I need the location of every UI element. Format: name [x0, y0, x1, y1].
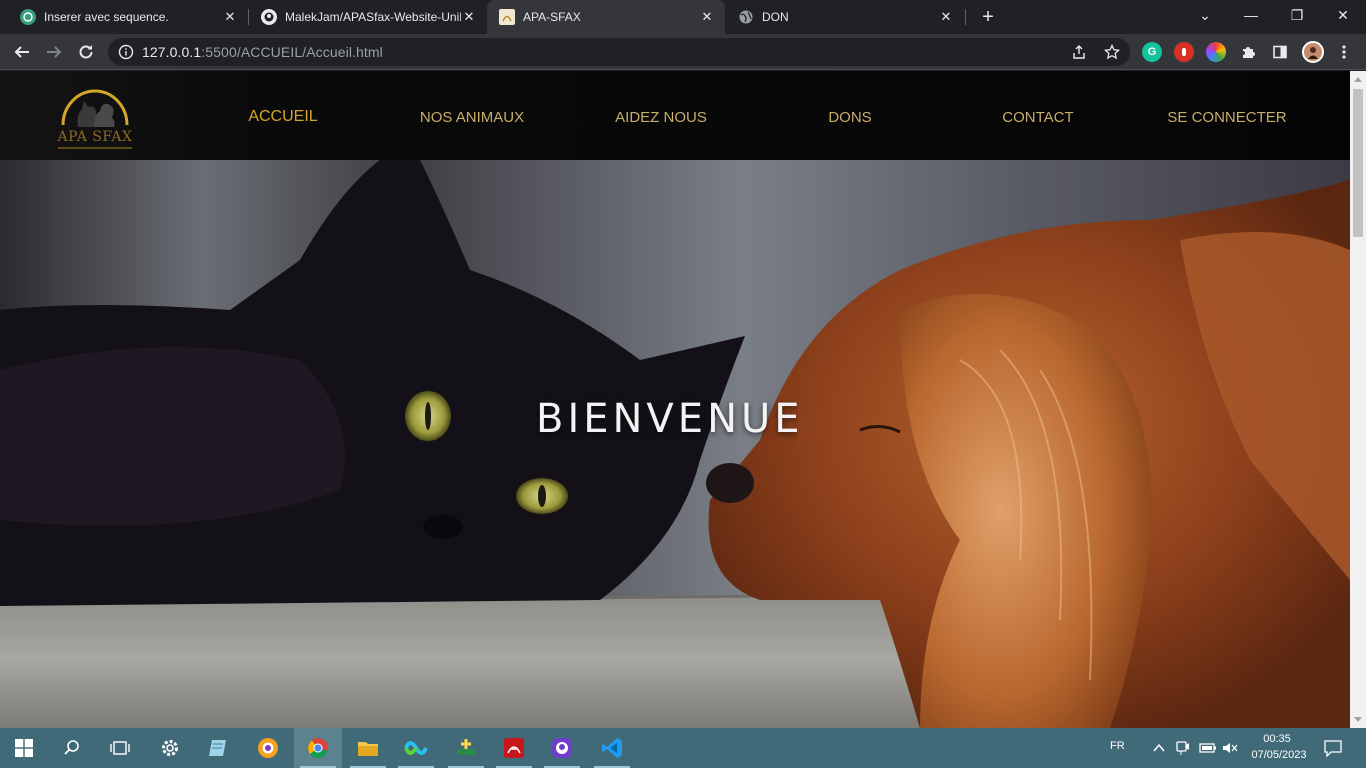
reload-button[interactable]: [72, 38, 100, 66]
hero-banner: BIENVENUE: [0, 160, 1350, 728]
adblock-icon[interactable]: [1174, 42, 1194, 62]
forward-button[interactable]: [40, 38, 68, 66]
tab-github[interactable]: MalekJam/APASfax-Website-UniF ✕: [249, 0, 487, 34]
scrollbar-thumb[interactable]: [1353, 89, 1363, 237]
close-icon[interactable]: ✕: [938, 9, 954, 25]
nav-accueil[interactable]: ACCUEIL: [230, 108, 336, 126]
site-logo[interactable]: APA SFAX: [54, 79, 136, 153]
app-icon[interactable]: [442, 728, 490, 768]
window-close-button[interactable]: ✕: [1320, 0, 1366, 30]
close-icon[interactable]: ✕: [461, 9, 477, 25]
webcam-icon[interactable]: [1175, 740, 1189, 756]
tab-title: DON: [762, 10, 789, 24]
site-favicon: [499, 9, 515, 25]
tab-title: APA-SFAX: [523, 10, 581, 24]
page-viewport: APA SFAX ACCUEIL NOS ANIMAUX AIDEZ NOUS …: [0, 71, 1350, 728]
address-bar[interactable]: 127.0.0.1:5500/ACCUEIL/Accueil.html: [108, 38, 1130, 66]
tab-don[interactable]: DON ✕: [726, 0, 964, 34]
tab-apa-sfax[interactable]: APA-SFAX ✕: [487, 0, 725, 34]
github-icon: [261, 9, 277, 25]
tab-strip: Inserer avec sequence. ✕ MalekJam/APASfa…: [0, 0, 1366, 34]
tab-divider: [965, 9, 966, 25]
tab-search-button[interactable]: ⌄: [1182, 0, 1228, 30]
nav-contact[interactable]: CONTACT: [988, 109, 1088, 126]
close-icon[interactable]: ✕: [222, 9, 238, 25]
brave-icon[interactable]: [244, 728, 292, 768]
page-scrollbar[interactable]: [1350, 71, 1366, 728]
minimize-button[interactable]: —: [1228, 0, 1274, 30]
scroll-down-icon[interactable]: [1354, 717, 1362, 722]
restore-button[interactable]: ❐: [1274, 0, 1320, 30]
tab-title: Inserer avec sequence.: [44, 10, 169, 24]
site-navbar: APA SFAX ACCUEIL NOS ANIMAUX AIDEZ NOUS …: [0, 71, 1350, 160]
logo-underline: [58, 147, 132, 149]
close-icon[interactable]: ✕: [699, 9, 715, 25]
hero-title-text: BIENVENUE: [536, 396, 798, 442]
language-indicator[interactable]: FR: [1110, 740, 1125, 752]
file-explorer-icon[interactable]: [344, 728, 392, 768]
puzzle-icon[interactable]: [1238, 42, 1258, 62]
clock-time[interactable]: 00:35: [1262, 733, 1292, 745]
chevron-up-icon[interactable]: [1152, 741, 1166, 755]
nav-aidez-nous[interactable]: AIDEZ NOUS: [596, 109, 726, 126]
battery-icon[interactable]: [1199, 741, 1217, 755]
color-extension-icon[interactable]: [1206, 42, 1226, 62]
windows-start-icon[interactable]: [0, 728, 48, 768]
task-view-icon[interactable]: [96, 728, 144, 768]
search-icon[interactable]: [48, 728, 96, 768]
arrow-right-icon: [47, 46, 62, 58]
notification-icon[interactable]: [1324, 739, 1342, 757]
back-button[interactable]: [8, 38, 36, 66]
menu-kebab-icon[interactable]: [1334, 42, 1354, 62]
settings-icon[interactable]: [146, 728, 194, 768]
openai-icon: [20, 9, 36, 25]
chrome-icon[interactable]: [294, 728, 342, 768]
tab-title: MalekJam/APASfax-Website-UniF: [285, 10, 461, 24]
nav-nos-animaux[interactable]: NOS ANIMAUX: [400, 109, 544, 126]
side-panel-icon[interactable]: [1270, 42, 1290, 62]
browser-toolbar: 127.0.0.1:5500/ACCUEIL/Accueil.html G: [0, 34, 1366, 70]
star-icon[interactable]: [1104, 44, 1120, 60]
profile-avatar[interactable]: [1302, 41, 1324, 63]
windows-taskbar: FR 00:35 07/05/2023: [0, 728, 1366, 768]
logo-text: APA SFAX: [57, 129, 133, 145]
hero-title: BIENVENUE: [0, 396, 1350, 447]
acrobat-icon[interactable]: [490, 728, 538, 768]
scroll-up-icon[interactable]: [1354, 77, 1362, 82]
vscode-icon[interactable]: [588, 728, 636, 768]
webex-icon[interactable]: [392, 728, 440, 768]
github-desktop-icon[interactable]: [538, 728, 586, 768]
info-icon[interactable]: [118, 44, 134, 60]
volume-muted-icon[interactable]: [1222, 741, 1238, 755]
arrow-left-icon: [14, 46, 29, 58]
clock-date[interactable]: 07/05/2023: [1248, 749, 1310, 761]
url-path: :5500/ACCUEIL/Accueil.html: [201, 44, 383, 60]
grammarly-icon[interactable]: G: [1142, 42, 1162, 62]
url-host: 127.0.0.1: [142, 44, 202, 60]
nav-dons[interactable]: DONS: [810, 109, 890, 126]
reload-icon: [79, 45, 93, 59]
tab-chatgpt[interactable]: Inserer avec sequence. ✕: [8, 0, 248, 34]
share-icon[interactable]: [1071, 44, 1087, 60]
nav-se-connecter[interactable]: SE CONNECTER: [1152, 109, 1302, 126]
new-tab-button[interactable]: +: [976, 5, 1000, 29]
url-text[interactable]: 127.0.0.1:5500/ACCUEIL/Accueil.html: [142, 44, 383, 60]
globe-icon: [738, 9, 754, 25]
notes-icon[interactable]: [194, 728, 242, 768]
cat-dog-logo-icon: [61, 89, 129, 127]
